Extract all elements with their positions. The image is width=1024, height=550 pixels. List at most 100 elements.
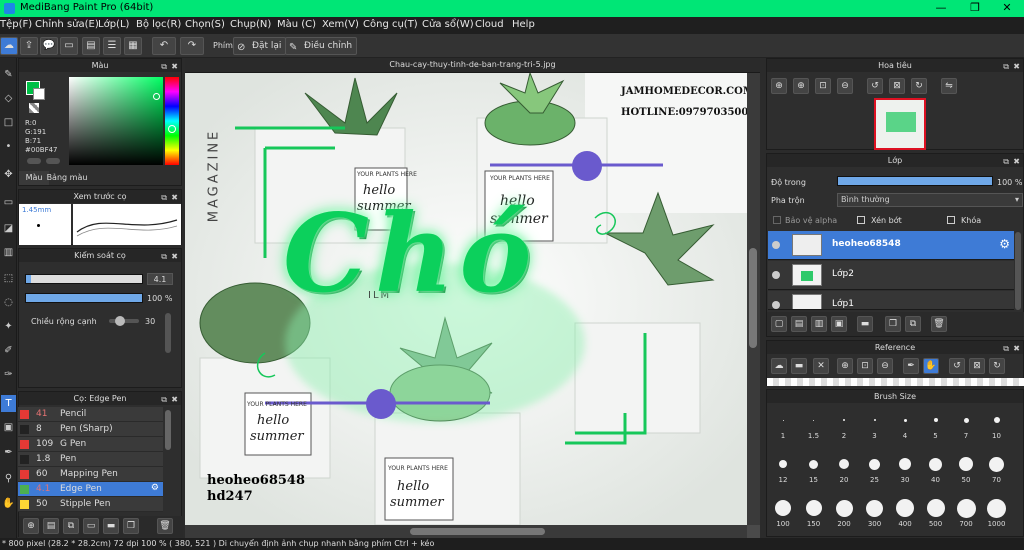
brush-size-option[interactable]: 4 xyxy=(891,404,919,444)
eye-icon[interactable] xyxy=(772,271,780,279)
eye-icon[interactable] xyxy=(772,241,780,249)
brush-item[interactable]: 60 Mapping Pen xyxy=(18,467,163,482)
menu-help[interactable]: Help xyxy=(512,19,535,30)
delete-brush-icon[interactable]: 🗑 xyxy=(157,518,173,534)
lasso-tool-icon[interactable]: ◌ xyxy=(1,294,16,311)
eye-icon[interactable] xyxy=(772,301,780,309)
menu-view[interactable]: Xem(V) xyxy=(322,19,359,30)
minimize-icon[interactable]: — xyxy=(924,0,958,17)
color-mode-button-2[interactable] xyxy=(46,158,60,164)
reference-rotate-left-icon[interactable]: ↺ xyxy=(949,358,965,374)
grid-icon[interactable]: ▦ xyxy=(124,37,142,55)
panel-float-icon[interactable]: ⧉ xyxy=(161,60,167,73)
brush-opacity-slider[interactable] xyxy=(25,293,143,303)
operation-tool-icon[interactable]: ▣ xyxy=(1,419,16,436)
zoom-in-icon[interactable]: ⊕ xyxy=(771,78,787,94)
layer-menu-icon[interactable]: ▣ xyxy=(831,316,847,332)
layer-row[interactable]: Lớp2 xyxy=(768,261,1014,290)
saturation-picker[interactable] xyxy=(69,77,163,165)
brush-size-option[interactable]: 400 xyxy=(891,492,919,532)
brush-settings-icon[interactable]: ▤ xyxy=(43,518,59,534)
menu-snap[interactable]: Chụp(N) xyxy=(230,19,271,30)
reset-rotation-icon[interactable]: ⊠ xyxy=(889,78,905,94)
select-eraser-icon[interactable]: ✑ xyxy=(1,366,16,383)
layer-opacity-slider[interactable] xyxy=(837,176,993,186)
brush-size-option[interactable]: 7 xyxy=(952,404,980,444)
menu-file[interactable]: Tệp(F) xyxy=(0,19,32,30)
reference-fit-icon[interactable]: ⊡ xyxy=(857,358,873,374)
brush-size-option[interactable]: 1 xyxy=(769,404,797,444)
brush-size-slider[interactable] xyxy=(25,274,143,284)
adjust-button[interactable]: ✎ Điều chỉnh xyxy=(285,37,358,55)
transparent-swatch[interactable] xyxy=(29,103,39,113)
reference-eyedropper-icon[interactable]: ✒ xyxy=(903,358,919,374)
reference-close-icon[interactable]: ✕ xyxy=(813,358,829,374)
brush-size-option[interactable]: 5 xyxy=(922,404,950,444)
brush-size-option[interactable]: 500 xyxy=(922,492,950,532)
panel-close-icon[interactable]: ✖ xyxy=(171,60,178,73)
menu-tools[interactable]: Công cụ(T) xyxy=(363,19,418,30)
rotate-left-icon[interactable]: ↺ xyxy=(867,78,883,94)
panel-float-icon[interactable]: ⧉ xyxy=(161,191,167,204)
layer-copy-icon[interactable]: ▥ xyxy=(811,316,827,332)
canvas-horizontal-scrollbar[interactable] xyxy=(185,525,747,538)
panel-close-icon[interactable]: ✖ xyxy=(171,250,178,263)
reference-zoom-in-icon[interactable]: ⊕ xyxy=(837,358,853,374)
layer-row-selected[interactable]: heoheo68548 ⚙ xyxy=(768,231,1014,260)
duplicate-layer-icon[interactable]: ❐ xyxy=(885,316,901,332)
brush-item-selected[interactable]: 4.1 Edge Pen ⚙ xyxy=(18,482,163,497)
close-icon[interactable]: ✕ xyxy=(990,0,1024,17)
brush-size-option[interactable]: 25 xyxy=(861,448,889,488)
brush-size-option[interactable]: 30 xyxy=(891,448,919,488)
brush-size-option[interactable]: 1.5 xyxy=(800,404,828,444)
page-icon[interactable]: ▤ xyxy=(82,37,100,55)
brush-size-option[interactable]: 40 xyxy=(922,448,950,488)
brush-page-icon[interactable]: ▭ xyxy=(83,518,99,534)
menu-window[interactable]: Cửa sổ(W) xyxy=(422,19,474,30)
menu-filter[interactable]: Bộ lọc(R) xyxy=(136,19,181,30)
panel-float-icon[interactable]: ⧉ xyxy=(1003,342,1009,355)
layer-folder-icon[interactable]: ▬ xyxy=(857,316,873,332)
rotate-right-icon[interactable]: ↻ xyxy=(911,78,927,94)
select-pen-icon[interactable]: ✐ xyxy=(1,342,16,359)
text-tool-icon[interactable]: T xyxy=(1,395,16,412)
layer-row[interactable]: Lớp1 xyxy=(768,291,1014,310)
horizontal-scroll-thumb[interactable] xyxy=(410,528,545,535)
message-icon[interactable]: ▭ xyxy=(60,37,78,55)
pen-tool-icon[interactable]: ✎ xyxy=(1,66,16,83)
panel-float-icon[interactable]: ⧉ xyxy=(161,250,167,263)
fill-tool-icon[interactable]: ◪ xyxy=(1,220,16,237)
new-layer-icon[interactable]: ▢ xyxy=(771,316,787,332)
brush-size-option[interactable]: 20 xyxy=(830,448,858,488)
brush-size-option[interactable]: 300 xyxy=(861,492,889,532)
brush-item[interactable]: 109 G Pen xyxy=(18,437,163,452)
brush-copy-icon[interactable]: ⧉ xyxy=(63,518,79,534)
brush-size-option[interactable]: 70 xyxy=(983,448,1011,488)
gear-icon[interactable]: ⚙ xyxy=(151,483,159,493)
vertical-scroll-thumb[interactable] xyxy=(749,248,757,348)
select-tool-icon[interactable]: ▭ xyxy=(1,194,16,211)
page-list-icon[interactable]: ☰ xyxy=(103,37,121,55)
panel-close-icon[interactable]: ✖ xyxy=(1013,60,1020,73)
comment-icon[interactable]: 💬 xyxy=(40,37,58,55)
brush-size-option[interactable]: 700 xyxy=(952,492,980,532)
zoom-tool-icon[interactable]: ⚲ xyxy=(1,470,16,487)
brush-list-scrollbar[interactable] xyxy=(165,410,171,450)
panel-float-icon[interactable]: ⧉ xyxy=(1003,60,1009,73)
zoom-plus-icon[interactable]: ⊕ xyxy=(793,78,809,94)
menu-cloud[interactable]: Cloud xyxy=(475,19,504,30)
eraser-tool-icon[interactable]: ◇ xyxy=(1,90,16,107)
hue-slider[interactable] xyxy=(165,77,179,165)
reference-zoom-out-icon[interactable]: ⊖ xyxy=(877,358,893,374)
reference-rotate-right-icon[interactable]: ↻ xyxy=(989,358,1005,374)
panel-close-icon[interactable]: ✖ xyxy=(171,191,178,204)
brush-size-option[interactable]: 10 xyxy=(983,404,1011,444)
reference-reset-icon[interactable]: ⊠ xyxy=(969,358,985,374)
delete-layer-icon[interactable]: 🗑 xyxy=(931,316,947,332)
zoom-out-icon[interactable]: ⊖ xyxy=(837,78,853,94)
brush-size-option[interactable]: 50 xyxy=(952,448,980,488)
reset-button[interactable]: ⊘ Đặt lại xyxy=(233,37,287,55)
brush-size-option[interactable]: 150 xyxy=(800,492,828,532)
panel-close-icon[interactable]: ✖ xyxy=(1013,342,1020,355)
menu-layer[interactable]: Lớp(L) xyxy=(98,19,129,30)
